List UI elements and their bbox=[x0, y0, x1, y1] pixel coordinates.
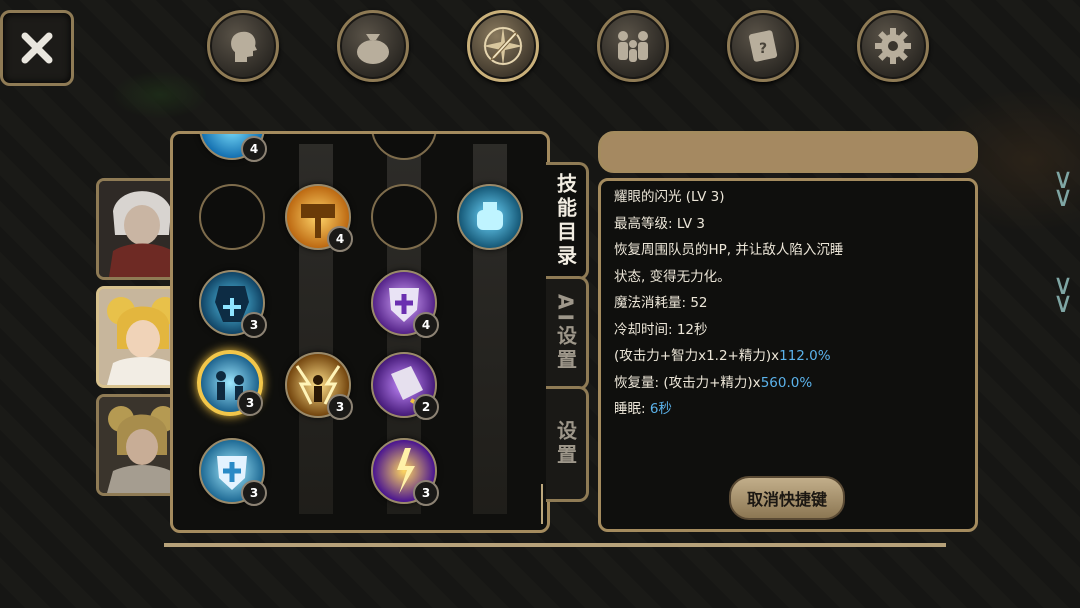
tab-ai-settings[interactable]: AI设置 bbox=[546, 276, 589, 390]
skill-level-badge: 3 bbox=[413, 480, 439, 506]
skill-purple-flame-icon[interactable]: 3 bbox=[371, 438, 439, 506]
skill-desc-line1: 恢复周围队员的HP, 并让敌人陷入沉睡 bbox=[614, 242, 844, 258]
skill-formula-heal: 恢复量: (攻击力+精力)x560.0% bbox=[614, 370, 954, 397]
close-button[interactable] bbox=[0, 10, 74, 86]
tab-character[interactable] bbox=[207, 10, 279, 82]
tab-inventory[interactable] bbox=[337, 10, 409, 82]
skill-lightning-guard-icon[interactable]: 3 bbox=[285, 352, 353, 420]
skill-purple-sword-icon[interactable]: 2 bbox=[371, 352, 439, 420]
potion-icon bbox=[477, 202, 503, 230]
skill-blue-shield-icon[interactable]: 3 bbox=[199, 438, 267, 506]
tab-skills[interactable] bbox=[467, 10, 539, 82]
cancel-shortcut-button[interactable]: 取消快捷键 bbox=[729, 476, 845, 520]
sleep-value: 6秒 bbox=[649, 401, 672, 417]
formula-text: (攻击力+智力x1.2+精力)x bbox=[614, 348, 780, 364]
empty-skill-slot[interactable] bbox=[371, 134, 437, 160]
tab-skill-list-label: 技能目录 bbox=[553, 173, 578, 269]
skill-level-badge: 4 bbox=[241, 136, 267, 162]
tab-settings-label: 设置 bbox=[553, 420, 578, 468]
head-icon bbox=[231, 31, 257, 62]
formula-value: 560.0% bbox=[760, 374, 813, 391]
scroll-icon: ? bbox=[748, 30, 778, 62]
skill-level-badge: 2 bbox=[413, 394, 439, 420]
bottom-divider bbox=[164, 543, 946, 547]
skill-level-badge: 3 bbox=[237, 390, 263, 416]
skill-mana-cost: 魔法消耗量: 52 bbox=[614, 295, 708, 311]
tab-settings[interactable] bbox=[857, 10, 929, 82]
formula-text: 恢复量: (攻击力+精力)x bbox=[614, 374, 761, 391]
skill-name: 耀眼的闪光 (LV 3) bbox=[614, 189, 725, 205]
skill-icon-top-partial[interactable]: 4 bbox=[199, 134, 267, 162]
skill-level-badge: 3 bbox=[241, 312, 267, 338]
party-icon bbox=[618, 31, 648, 62]
sword-compass-icon bbox=[483, 26, 523, 66]
skill-level-badge: 4 bbox=[327, 226, 353, 252]
skill-level-badge: 3 bbox=[241, 480, 267, 506]
empty-skill-slot[interactable] bbox=[199, 184, 265, 250]
skill-armor-icon[interactable]: 3 bbox=[199, 270, 267, 338]
sleep-label: 睡眠: bbox=[614, 401, 650, 417]
skill-purple-shield-icon[interactable]: 4 bbox=[371, 270, 439, 338]
skill-formula-damage: (攻击力+智力x1.2+精力)x112.0% bbox=[614, 343, 954, 370]
skill-hammer-icon[interactable]: 4 bbox=[285, 184, 353, 252]
tab-ai-settings-label: AI设置 bbox=[553, 293, 578, 373]
skill-level-badge: 3 bbox=[327, 394, 353, 420]
gear-icon bbox=[875, 28, 911, 64]
formula-value: 112.0% bbox=[779, 348, 831, 364]
svg-text:?: ? bbox=[759, 41, 767, 57]
skill-level-badge: 4 bbox=[413, 312, 439, 338]
tab-quest[interactable]: ? bbox=[727, 10, 799, 82]
tab-party[interactable] bbox=[597, 10, 669, 82]
tab-settings-side[interactable]: 设置 bbox=[546, 386, 589, 502]
empty-skill-slot[interactable] bbox=[371, 184, 437, 250]
skill-dazzling-flash-icon[interactable]: 3 bbox=[197, 350, 263, 416]
skill-sleep-duration: 睡眠: 6秒 bbox=[614, 396, 954, 423]
bag-icon bbox=[357, 34, 389, 64]
skill-list-panel[interactable]: 4 4 3 4 3 3 2 3 3 bbox=[170, 131, 550, 533]
skill-max-level: 最高等级: LV 3 bbox=[614, 215, 705, 232]
skill-desc-line2: 状态, 变得无力化。 bbox=[614, 268, 731, 285]
skill-name-bar bbox=[598, 131, 978, 173]
skill-cooldown: 冷却时间: 12秒 bbox=[614, 321, 708, 338]
tab-skill-list[interactable]: 技能目录 bbox=[546, 162, 589, 280]
chevron-down-icon[interactable]: ∨ ∨ bbox=[1052, 165, 1074, 224]
skill-potion-icon[interactable] bbox=[457, 184, 523, 250]
scrollbar[interactable] bbox=[541, 484, 543, 524]
skill-description: 耀眼的闪光 (LV 3) 最高等级: LV 3 恢复周围队员的HP, 并让敌人陷… bbox=[614, 184, 954, 423]
close-icon bbox=[21, 32, 53, 64]
chevron-down-icon[interactable]: ∨ ∨ bbox=[1052, 271, 1074, 330]
